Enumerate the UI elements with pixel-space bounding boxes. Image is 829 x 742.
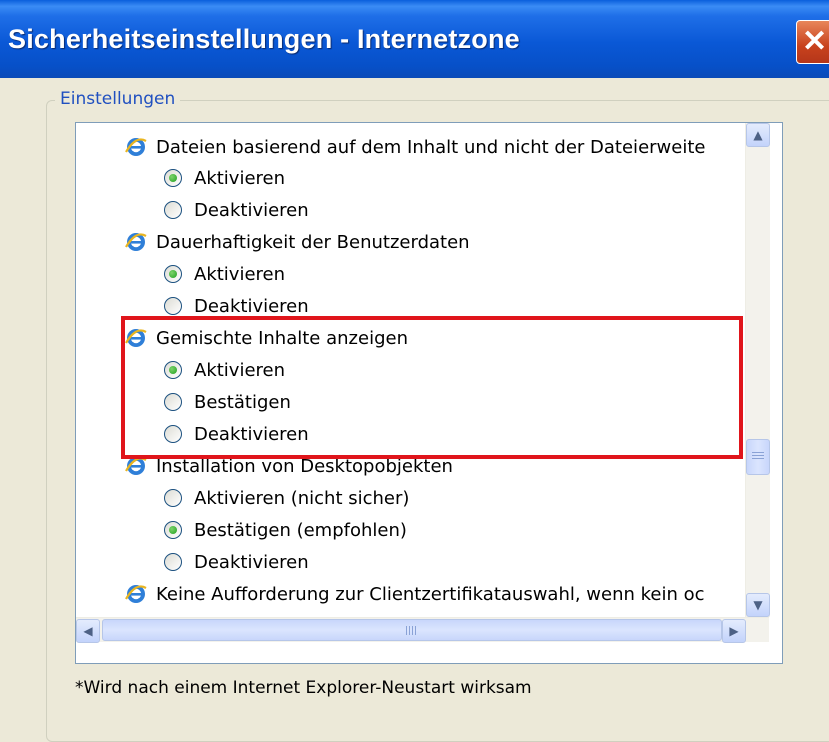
title-bar[interactable]: Sicherheitseinstellungen - Internetzone … [0, 0, 829, 78]
setting-category: Dauerhaftigkeit der Benutzerdaten [124, 228, 470, 256]
setting-label: Aktivieren [194, 263, 286, 285]
chevron-right-icon: ▶ [729, 624, 739, 638]
setting-label: Deaktivieren [194, 551, 309, 573]
chevron-down-icon: ▼ [753, 598, 763, 612]
setting-category: Keine Aufforderung zur Clientzertifikata… [124, 580, 705, 608]
setting-label: Deaktivieren [194, 199, 309, 221]
window-title: Sicherheitseinstellungen - Internetzone [8, 24, 520, 54]
setting-option[interactable]: Aktivieren [164, 164, 285, 192]
horizontal-scrollbar[interactable]: ◀ ▶ [76, 617, 769, 643]
scroll-right-button[interactable]: ▶ [722, 619, 746, 643]
setting-label: Keine Aufforderung zur Clientzertifikata… [156, 583, 705, 605]
internet-explorer-icon [124, 135, 148, 159]
radio-button[interactable] [164, 553, 182, 571]
setting-label: Aktivieren [194, 167, 286, 189]
group-label: Einstellungen [55, 89, 181, 109]
horizontal-scroll-thumb[interactable] [102, 619, 722, 641]
setting-label: Dauerhaftigkeit der Benutzerdaten [156, 231, 470, 253]
highlight-box [121, 316, 743, 459]
scroll-left-button[interactable]: ◀ [76, 619, 100, 643]
radio-button[interactable] [164, 489, 182, 507]
radio-button[interactable] [164, 297, 182, 315]
restart-footnote: *Wird nach einem Internet Explorer-Neust… [75, 678, 532, 698]
setting-option[interactable]: Bestätigen (empfohlen) [164, 516, 407, 544]
setting-label: Dateien basierend auf dem Inhalt und nic… [156, 136, 706, 158]
internet-explorer-icon [124, 230, 148, 254]
close-icon: ✕ [802, 25, 828, 58]
scroll-down-button[interactable]: ▼ [746, 593, 770, 617]
scroll-up-button[interactable]: ▲ [746, 123, 770, 147]
setting-option[interactable]: Aktivieren [164, 260, 285, 288]
setting-category: Dateien basierend auf dem Inhalt und nic… [124, 133, 705, 161]
vertical-scrollbar[interactable]: ▲ ▼ [745, 123, 770, 617]
radio-button[interactable] [164, 521, 182, 539]
setting-option[interactable]: Aktivieren (nicht sicher) [164, 484, 409, 512]
setting-label: Bestätigen (empfohlen) [194, 519, 407, 541]
chevron-left-icon: ◀ [83, 624, 93, 638]
internet-explorer-icon [124, 582, 148, 606]
radio-button[interactable] [164, 265, 182, 283]
chevron-up-icon: ▲ [753, 128, 763, 142]
close-button[interactable]: ✕ [796, 20, 829, 64]
radio-button[interactable] [164, 201, 182, 219]
setting-label: Deaktivieren [194, 295, 309, 317]
vertical-scroll-thumb[interactable] [746, 439, 770, 475]
setting-option[interactable]: Deaktivieren [164, 548, 309, 576]
radio-button[interactable] [164, 169, 182, 187]
setting-label: Aktivieren (nicht sicher) [194, 487, 410, 509]
setting-option[interactable]: Deaktivieren [164, 196, 309, 224]
